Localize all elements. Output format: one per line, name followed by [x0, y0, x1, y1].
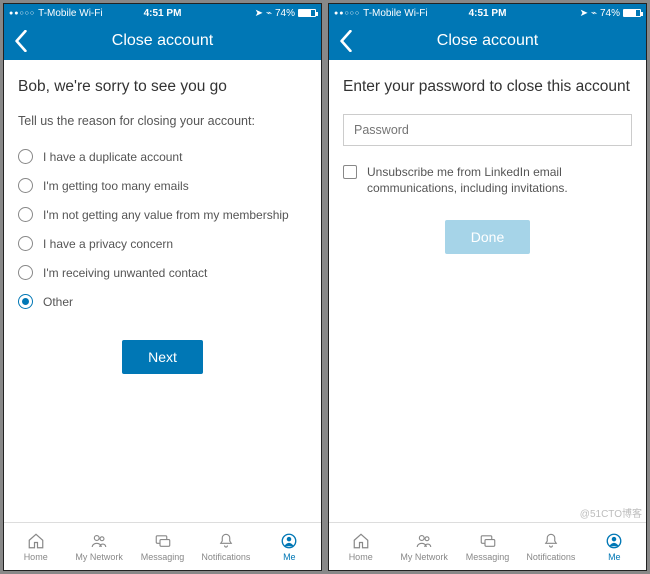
tab-my-network[interactable]: My Network — [67, 523, 130, 570]
clock-label: 4:51 PM — [469, 8, 507, 19]
chevron-left-icon — [339, 30, 353, 52]
back-button[interactable] — [10, 30, 32, 52]
tab-me[interactable]: Me — [258, 523, 321, 570]
tab-label: Messaging — [466, 552, 510, 562]
reason-option[interactable]: I'm getting too many emails — [18, 171, 307, 200]
tab-label: Notifications — [526, 552, 575, 562]
reason-label: I'm getting too many emails — [43, 179, 189, 193]
status-bar: ●●○○○ T-Mobile Wi-Fi 4:51 PM ➤ ⌁ 74% — [329, 4, 646, 22]
radio-icon — [18, 265, 33, 280]
tab-notifications[interactable]: Notifications — [194, 523, 257, 570]
nav-header: Close account — [4, 22, 321, 60]
signal-dots-icon: ●●○○○ — [334, 10, 360, 17]
content-password: Enter your password to close this accoun… — [329, 60, 646, 522]
tab-home[interactable]: Home — [329, 523, 392, 570]
bluetooth-icon: ⌁ — [266, 8, 272, 19]
unsubscribe-row[interactable]: Unsubscribe me from LinkedIn email commu… — [343, 164, 632, 196]
bell-icon — [216, 532, 236, 550]
reason-option[interactable]: I'm not getting any value from my member… — [18, 200, 307, 229]
back-button[interactable] — [335, 30, 357, 52]
battery-pct-label: 74% — [275, 8, 295, 19]
radio-icon — [18, 207, 33, 222]
tab-label: Notifications — [201, 552, 250, 562]
signal-dots-icon: ●●○○○ — [9, 10, 35, 17]
reason-label: I have a duplicate account — [43, 150, 182, 164]
home-icon — [351, 532, 371, 550]
tab-label: Home — [24, 552, 48, 562]
carrier-label: T-Mobile Wi-Fi — [363, 8, 427, 19]
profile-icon — [279, 532, 299, 550]
status-bar: ●●○○○ T-Mobile Wi-Fi 4:51 PM ➤ ⌁ 74% — [4, 4, 321, 22]
carrier-label: T-Mobile Wi-Fi — [38, 8, 102, 19]
tab-label: My Network — [400, 552, 448, 562]
reason-option[interactable]: I'm receiving unwanted contact — [18, 258, 307, 287]
reason-option[interactable]: Other — [18, 287, 307, 316]
nav-title: Close account — [437, 32, 538, 50]
radio-icon — [18, 178, 33, 193]
bell-icon — [541, 532, 561, 550]
tab-home[interactable]: Home — [4, 523, 67, 570]
tab-label: Me — [608, 552, 621, 562]
radio-icon-selected — [18, 294, 33, 309]
battery-icon — [623, 9, 641, 17]
tab-label: Me — [283, 552, 296, 562]
profile-icon — [604, 532, 624, 550]
radio-icon — [18, 149, 33, 164]
home-icon — [26, 532, 46, 550]
bluetooth-icon: ⌁ — [591, 8, 597, 19]
page-heading: Bob, we're sorry to see you go — [18, 78, 307, 96]
unsubscribe-label: Unsubscribe me from LinkedIn email commu… — [367, 164, 632, 196]
reason-label: I'm not getting any value from my member… — [43, 208, 289, 222]
tab-bar: Home My Network Messaging Notifications … — [4, 522, 321, 570]
tab-bar: Home My Network Messaging Notifications … — [329, 522, 646, 570]
nav-header: Close account — [329, 22, 646, 60]
reason-option[interactable]: I have a duplicate account — [18, 142, 307, 171]
tab-my-network[interactable]: My Network — [392, 523, 455, 570]
reason-label: Other — [43, 295, 73, 309]
location-icon: ➤ — [255, 8, 263, 19]
next-button[interactable]: Next — [122, 340, 203, 374]
reason-prompt: Tell us the reason for closing your acco… — [18, 114, 307, 128]
radio-icon — [18, 236, 33, 251]
tab-me[interactable]: Me — [583, 523, 646, 570]
messaging-icon — [478, 532, 498, 550]
messaging-icon — [153, 532, 173, 550]
phone-screen-reason: ●●○○○ T-Mobile Wi-Fi 4:51 PM ➤ ⌁ 74% Clo… — [3, 3, 322, 571]
reason-label: I'm receiving unwanted contact — [43, 266, 207, 280]
done-button[interactable]: Done — [445, 220, 530, 254]
page-heading: Enter your password to close this accoun… — [343, 78, 632, 96]
tab-label: My Network — [75, 552, 123, 562]
tab-notifications[interactable]: Notifications — [519, 523, 582, 570]
location-icon: ➤ — [580, 8, 588, 19]
content-reason: Bob, we're sorry to see you go Tell us t… — [4, 60, 321, 522]
people-icon — [89, 532, 109, 550]
phone-screen-password: ●●○○○ T-Mobile Wi-Fi 4:51 PM ➤ ⌁ 74% Clo… — [328, 3, 647, 571]
chevron-left-icon — [14, 30, 28, 52]
reason-option[interactable]: I have a privacy concern — [18, 229, 307, 258]
people-icon — [414, 532, 434, 550]
tab-label: Home — [349, 552, 373, 562]
tab-messaging[interactable]: Messaging — [456, 523, 519, 570]
battery-icon — [298, 9, 316, 17]
tab-label: Messaging — [141, 552, 185, 562]
nav-title: Close account — [112, 32, 213, 50]
reason-label: I have a privacy concern — [43, 237, 173, 251]
password-input[interactable] — [343, 114, 632, 146]
clock-label: 4:51 PM — [144, 8, 182, 19]
checkbox-icon — [343, 165, 357, 179]
tab-messaging[interactable]: Messaging — [131, 523, 194, 570]
battery-pct-label: 74% — [600, 8, 620, 19]
